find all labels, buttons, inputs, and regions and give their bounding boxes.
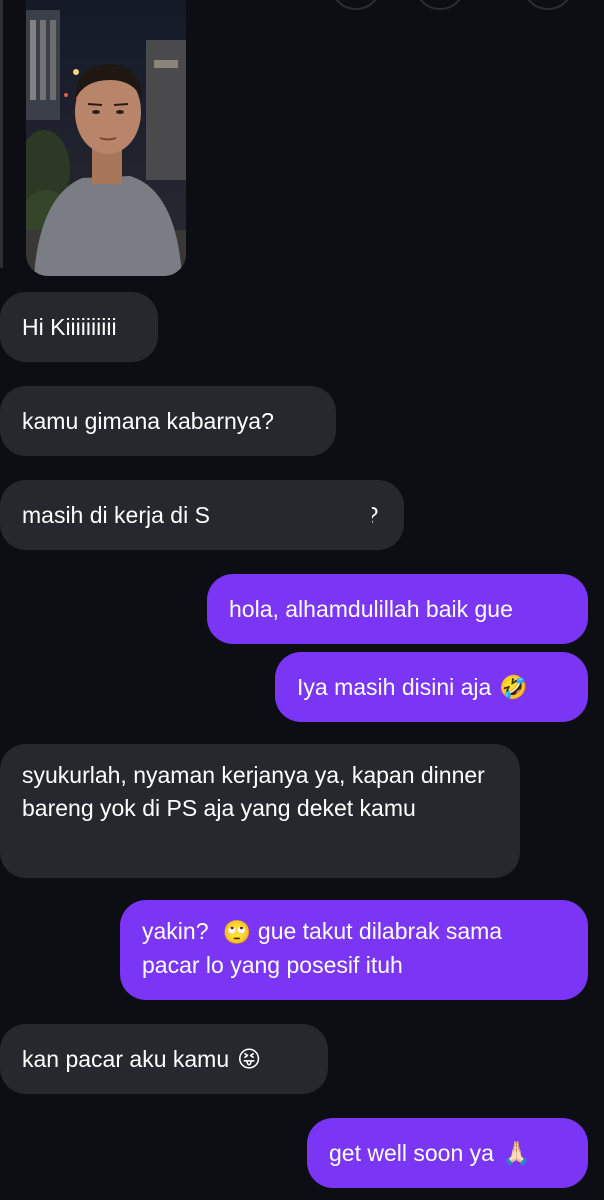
message-incoming-1[interactable]: Hi Kiiiiiiiiii [0, 292, 158, 362]
rofl-emoji-icon: 🤣 [499, 673, 528, 700]
message-text: hola, alhamdulillah baik gue [229, 595, 513, 622]
message-outgoing-3[interactable]: yakin? 🙄 gue takut dilabrak sama pacar l… [120, 900, 588, 1000]
message-text: yakin? 🙄 gue takut dilabrak sama pacar l… [142, 918, 503, 979]
message-incoming-2[interactable]: kamu gimana kabarnya? [0, 386, 336, 456]
message-outgoing-2[interactable]: Iya masih disini aja 🤣 [275, 652, 588, 722]
shared-photo[interactable] [26, 0, 186, 276]
redaction-blur [224, 503, 372, 543]
folded-hands-emoji-icon: 🙏🏻 [501, 1139, 531, 1166]
tongue-wink-emoji-icon: 😝 [237, 1045, 262, 1072]
message-outgoing-4[interactable]: get well soon ya 🙏🏻 [307, 1118, 588, 1188]
message-text: kamu gimana kabarnya? [22, 407, 274, 434]
header-action-button-3[interactable] [522, 0, 574, 10]
message-text: Iya masih disini aja [297, 673, 492, 700]
message-incoming-4[interactable]: syukurlah, nyaman kerjanya ya, kapan din… [0, 744, 520, 878]
photo-image [26, 0, 186, 276]
eye-roll-emoji-icon: 🙄 [222, 919, 252, 946]
message-text: syukurlah, nyaman kerjanya ya, kapan din… [22, 762, 485, 821]
header-action-button-1[interactable] [330, 0, 382, 10]
message-text: Hi Kiiiiiiiiii [22, 313, 117, 340]
message-outgoing-1[interactable]: hola, alhamdulillah baik gue [207, 574, 588, 644]
message-text: get well soon ya [329, 1139, 494, 1166]
message-incoming-5[interactable]: kan pacar aku kamu 😝 [0, 1024, 328, 1094]
message-text: kan pacar aku kamu [22, 1045, 230, 1072]
reply-indicator-bar [0, 0, 3, 268]
message-text: masih di kerja di S [22, 501, 210, 528]
header-action-button-2[interactable] [414, 0, 466, 10]
